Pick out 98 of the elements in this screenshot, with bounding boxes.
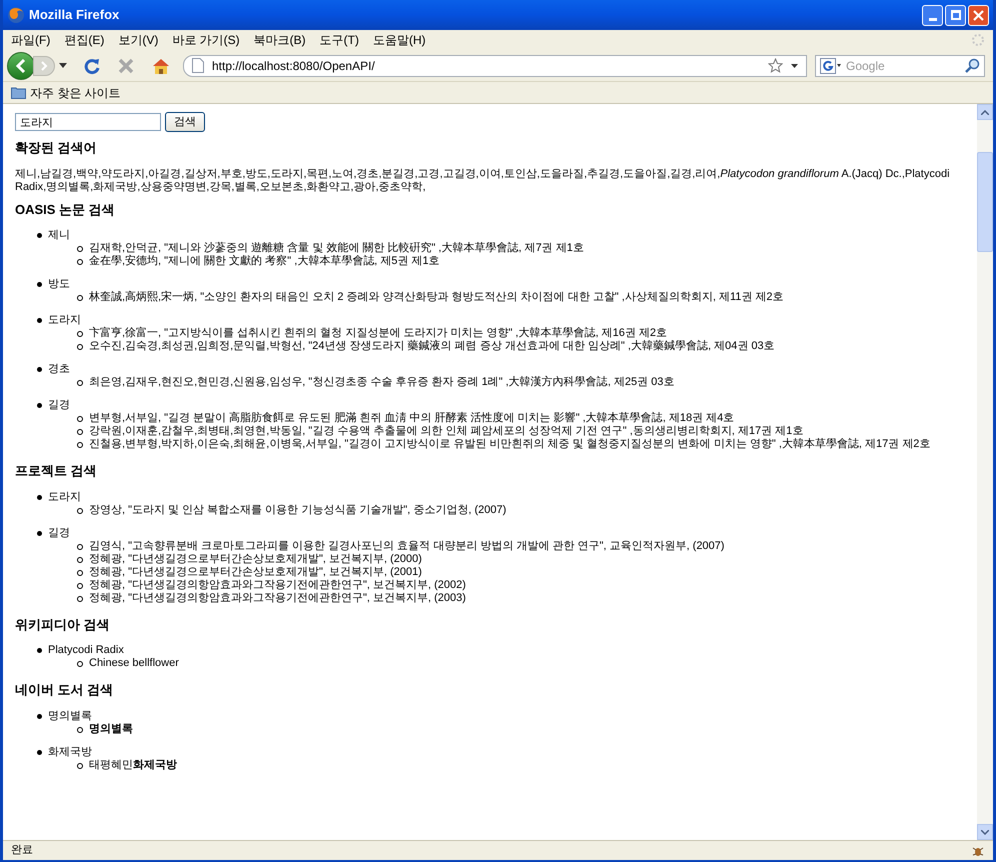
close-icon (973, 10, 984, 20)
bullet-icon (37, 648, 42, 653)
result-entry: 林奎誠,高炳熙,宋一炳, "소양인 환자의 태음인 오치 2 증례와 양격산화탕과 형방도적산의 차이점에 대한 고찰" ,사상체질의학회지, 제11권 제2호 (89, 291, 784, 304)
group-label: Platycodi Radix (48, 644, 124, 657)
bullet-icon (77, 295, 83, 301)
bullet-icon (77, 508, 83, 514)
section-heading: OASIS 논문 검색 (15, 200, 116, 218)
section-heading: 위키피디아 검색 (15, 616, 111, 634)
result-entry: 정혜광, "다년생길경의항암효과와그작용기전에관한연구", 보건복지부, (2002) (89, 578, 466, 592)
folder-icon (11, 86, 26, 99)
result-entry: Chinese bellflower (89, 657, 179, 670)
group-label: 제니 (48, 229, 70, 242)
bullet-icon (77, 331, 83, 337)
status-text: 완료 (11, 843, 34, 858)
bullet-icon (77, 762, 83, 768)
scroll-thumb[interactable] (977, 152, 993, 252)
section-heading: 확장된 검색어 (15, 139, 98, 157)
minimize-button[interactable] (922, 4, 943, 26)
address-bar[interactable]: http://localhost:8080/OpenAPI/ (183, 54, 807, 76)
result-entry: 정혜광, "다년생길경으로부터간손상보호제개발", 보건복지부, (2000) (89, 552, 422, 566)
result-entry: 김재학,안덕균, "제니와 沙蔘중의 遊離糖 含量 및 效能에 關한 比較硏究" ,大韓本草學會誌, 제7권 제1호 (89, 242, 584, 254)
window-title: Mozilla Firefox (29, 6, 120, 24)
result-entry: 변부형,서부일, "길경 분말이 高脂肪食餌로 유도된 肥滿 흰쥐 血淸 中의 肝酵素 活性度에 미치는 影響" ,大韓本草學會誌, 제18권 제4호 (89, 412, 734, 425)
close-button[interactable] (968, 4, 989, 26)
bullet-icon (77, 442, 83, 448)
bullet-icon (77, 726, 83, 732)
bullet-icon (37, 282, 42, 287)
bullet-icon (77, 582, 83, 588)
search-engine-icon[interactable] (820, 58, 842, 74)
search-input[interactable]: Google (846, 56, 961, 74)
result-entry: 김영식, "고속향류분배 크로마토그라피를 이용한 길경사포닌의 효율적 대량분리 방법의 개발에 관한 연구", 교육인적자원부, (2007) (89, 540, 724, 552)
menu-item[interactable]: 바로 가기(S) (172, 31, 240, 49)
bullet-icon (37, 714, 42, 718)
result-entry: 태평혜민화제국방 (89, 758, 177, 772)
group-label: 화제국방 (48, 746, 92, 758)
group-label: 경초 (48, 363, 70, 376)
result-entry: 정혜광, "다년생길경으로부터간손상보호제개발", 보건복지부, (2001) (89, 566, 422, 578)
keyword-list: 제니,남길경,백약,약도라지,아길경,길상저,부호,방도,도라지,목편,노여,경초,분길경,고경,고길경,이여,토인삼,도을라질,추길경,도을아질,길경,리여,Platycodon grandiflorum A.(Jacq) Dc.,Platycodi Radix,명의별록,화제국방,상용중약명변,강목,별록,오보본초,화환약고,광아,중초약학, (15, 168, 965, 194)
bullet-icon (37, 530, 42, 536)
bullet-icon (37, 403, 42, 408)
result-entry: 오수진,김숙경,최성권,임희정,문익렬,박형선, "24년생 장생도라지 藥鍼液의 폐렴 증상 개선효과에 대한 임상례" ,大韓藥鍼學會誌, 제04권 03호 (89, 340, 775, 353)
bullet-icon (37, 367, 42, 372)
bullet-icon (77, 416, 83, 422)
bullet-icon (77, 429, 83, 435)
history-dropdown-icon[interactable] (59, 63, 67, 68)
result-entry: 정혜광, "다년생길경의항암효과와그작용기전에관한연구", 보건복지부, (2003) (89, 592, 466, 604)
bullet-icon (77, 259, 83, 265)
result-entry: 강락원,이재훈,감철우,최병태,최영현,박동일, "길경 수용액 추출물에 의한 인체 폐암세포의 성장억제 기전 연구" ,동의생리병리학회지, 제17권 제1호 (89, 425, 804, 438)
menu-item[interactable]: 보기(V) (118, 31, 158, 49)
scrollbar[interactable] (977, 104, 993, 840)
bullet-icon (37, 318, 42, 323)
star-icon[interactable] (768, 58, 783, 73)
bullet-icon (77, 661, 83, 667)
group-label: 도라지 (48, 490, 81, 504)
bullet-icon (77, 556, 83, 562)
menu-item[interactable]: 편집(E) (64, 31, 104, 49)
result-entry: 金在學,安德均, "제니에 關한 文獻的 考察" ,大韓本草學會誌, 제5권 제1호 (89, 255, 440, 268)
bullet-icon (77, 246, 83, 252)
bullet-icon (37, 750, 42, 754)
menu-item[interactable]: 도움말(H) (373, 31, 426, 49)
url-text: http://localhost:8080/OpenAPI/ (212, 58, 376, 74)
section-heading: 네이버 도서 검색 (15, 681, 114, 699)
bullet-icon (77, 344, 83, 350)
dropdown-icon[interactable] (791, 64, 798, 68)
section-heading: 프로젝트 검색 (15, 462, 98, 480)
home-icon[interactable] (151, 56, 171, 74)
group-label: 길경 (48, 399, 70, 412)
result-entry: 卞富亨,徐富一, "고지방식이를 섭취시킨 흰쥐의 혈청 지질성분에 도라지가 미치는 영향" ,大韓本草學會誌, 제16권 제2호 (89, 327, 668, 340)
scroll-down-button[interactable] (977, 824, 993, 840)
scroll-up-button[interactable] (977, 104, 993, 120)
menu-item[interactable]: 파일(F) (11, 31, 50, 49)
reload-icon[interactable] (83, 56, 101, 74)
group-label: 명의별록 (48, 710, 92, 722)
back-button[interactable] (7, 52, 35, 80)
page-icon (192, 58, 204, 73)
result-entry: 장영상, "도라지 및 인삼 복합소재를 이용한 기능성식품 기술개발", 중소기업청, (2007) (89, 504, 506, 516)
bullet-icon (37, 233, 42, 238)
bookmark-link[interactable]: 자주 찾은 사이트 (30, 84, 121, 102)
group-label: 도라지 (48, 314, 81, 327)
bullet-icon (77, 380, 83, 386)
menu-item[interactable]: 도구(T) (320, 31, 359, 49)
search-field[interactable]: Google (815, 54, 985, 76)
group-label: 길경 (48, 526, 70, 540)
menu-item[interactable]: 북마크(B) (254, 31, 306, 49)
bullet-icon (77, 544, 83, 550)
throbber-icon (971, 33, 985, 47)
query-input[interactable]: 도라지 (15, 113, 161, 131)
bullet-icon (77, 570, 83, 576)
result-entry: 진철용,변부형,박지하,이은숙,최해윤,이병욱,서부일, "길경이 고지방식이로 유발된 비만흰쥐의 체중 및 혈청중지질성분의 변화에 미치는 영향" ,大韓本草學會誌, 제17권 제2호 (89, 438, 930, 451)
bullet-icon (77, 596, 83, 602)
maximize-button[interactable] (945, 4, 966, 26)
result-entry: 명의별록 (89, 722, 133, 736)
browser-logo-icon (7, 6, 25, 24)
result-entry: 최은영,김재우,현진오,현민경,신원용,임성우, "청신경초종 수술 후유증 환자 증례 1례" ,大韓漢方內科學會誌, 제25권 03호 (89, 376, 674, 389)
search-icon[interactable] (965, 58, 980, 73)
group-label: 방도 (48, 278, 70, 291)
bullet-icon (37, 494, 42, 500)
search-button[interactable]: 검색 (165, 112, 205, 132)
